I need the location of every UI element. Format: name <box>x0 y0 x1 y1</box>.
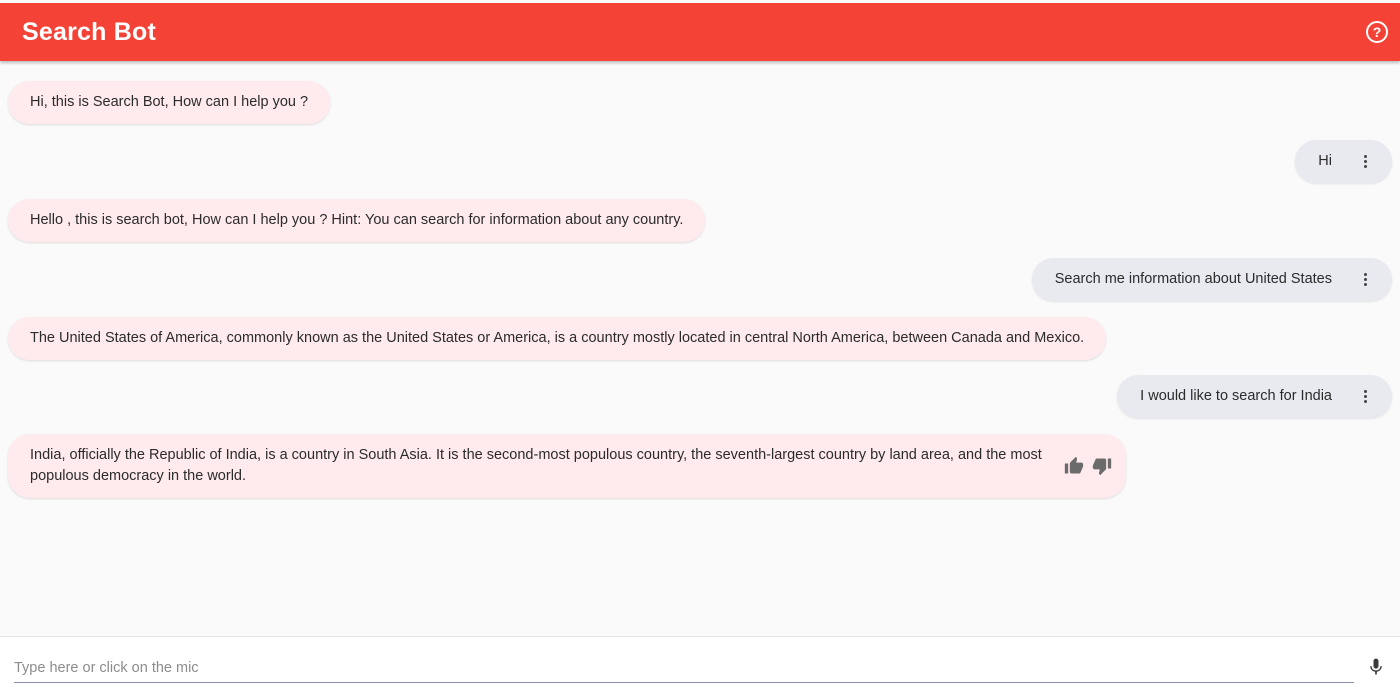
more-options-icon[interactable] <box>1360 155 1370 169</box>
message-text: Hi, this is Search Bot, How can I help y… <box>30 94 309 110</box>
thumbs-down-icon[interactable] <box>1092 456 1112 476</box>
bot-message: Hi, this is Search Bot, How can I help y… <box>8 81 331 124</box>
more-options-icon[interactable] <box>1360 390 1370 404</box>
message-text: The United States of America, commonly k… <box>30 330 1085 346</box>
bot-message: The United States of America, commonly k… <box>8 317 1107 360</box>
microphone-icon[interactable] <box>1366 655 1386 679</box>
thumbs-up-icon[interactable] <box>1064 456 1084 476</box>
message-composer <box>0 636 1400 696</box>
message-text: India, officially the Republic of India,… <box>30 447 1042 484</box>
feedback-controls <box>1064 456 1112 476</box>
message-text: Hi <box>1318 153 1332 169</box>
user-message: I would like to search for India <box>1117 375 1392 418</box>
chat-log: Hi, this is Search Bot, How can I help y… <box>0 62 1400 634</box>
message-text: Hello , this is search bot, How can I he… <box>30 212 684 228</box>
chat-app: Search Bot ? Hi, this is Search Bot, How… <box>0 0 1400 696</box>
message-text: Search me information about United State… <box>1054 271 1332 287</box>
bot-message: India, officially the Republic of India,… <box>8 434 1126 498</box>
user-message: Search me information about United State… <box>1031 258 1392 301</box>
bot-message: Hello , this is search bot, How can I he… <box>8 199 706 242</box>
app-title: Search Bot <box>22 17 156 46</box>
more-options-icon[interactable] <box>1360 273 1370 287</box>
message-text: I would like to search for India <box>1140 388 1332 404</box>
message-input[interactable] <box>14 653 1354 683</box>
user-message: Hi <box>1295 140 1392 183</box>
app-header: Search Bot ? <box>0 3 1400 61</box>
help-icon[interactable]: ? <box>1366 21 1388 43</box>
